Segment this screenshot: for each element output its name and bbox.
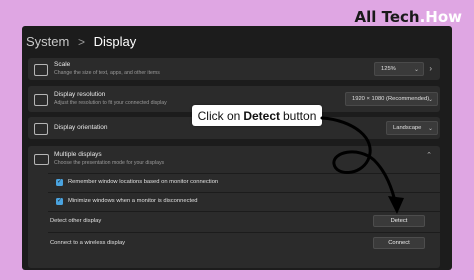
annotation-arrow	[320, 116, 404, 214]
